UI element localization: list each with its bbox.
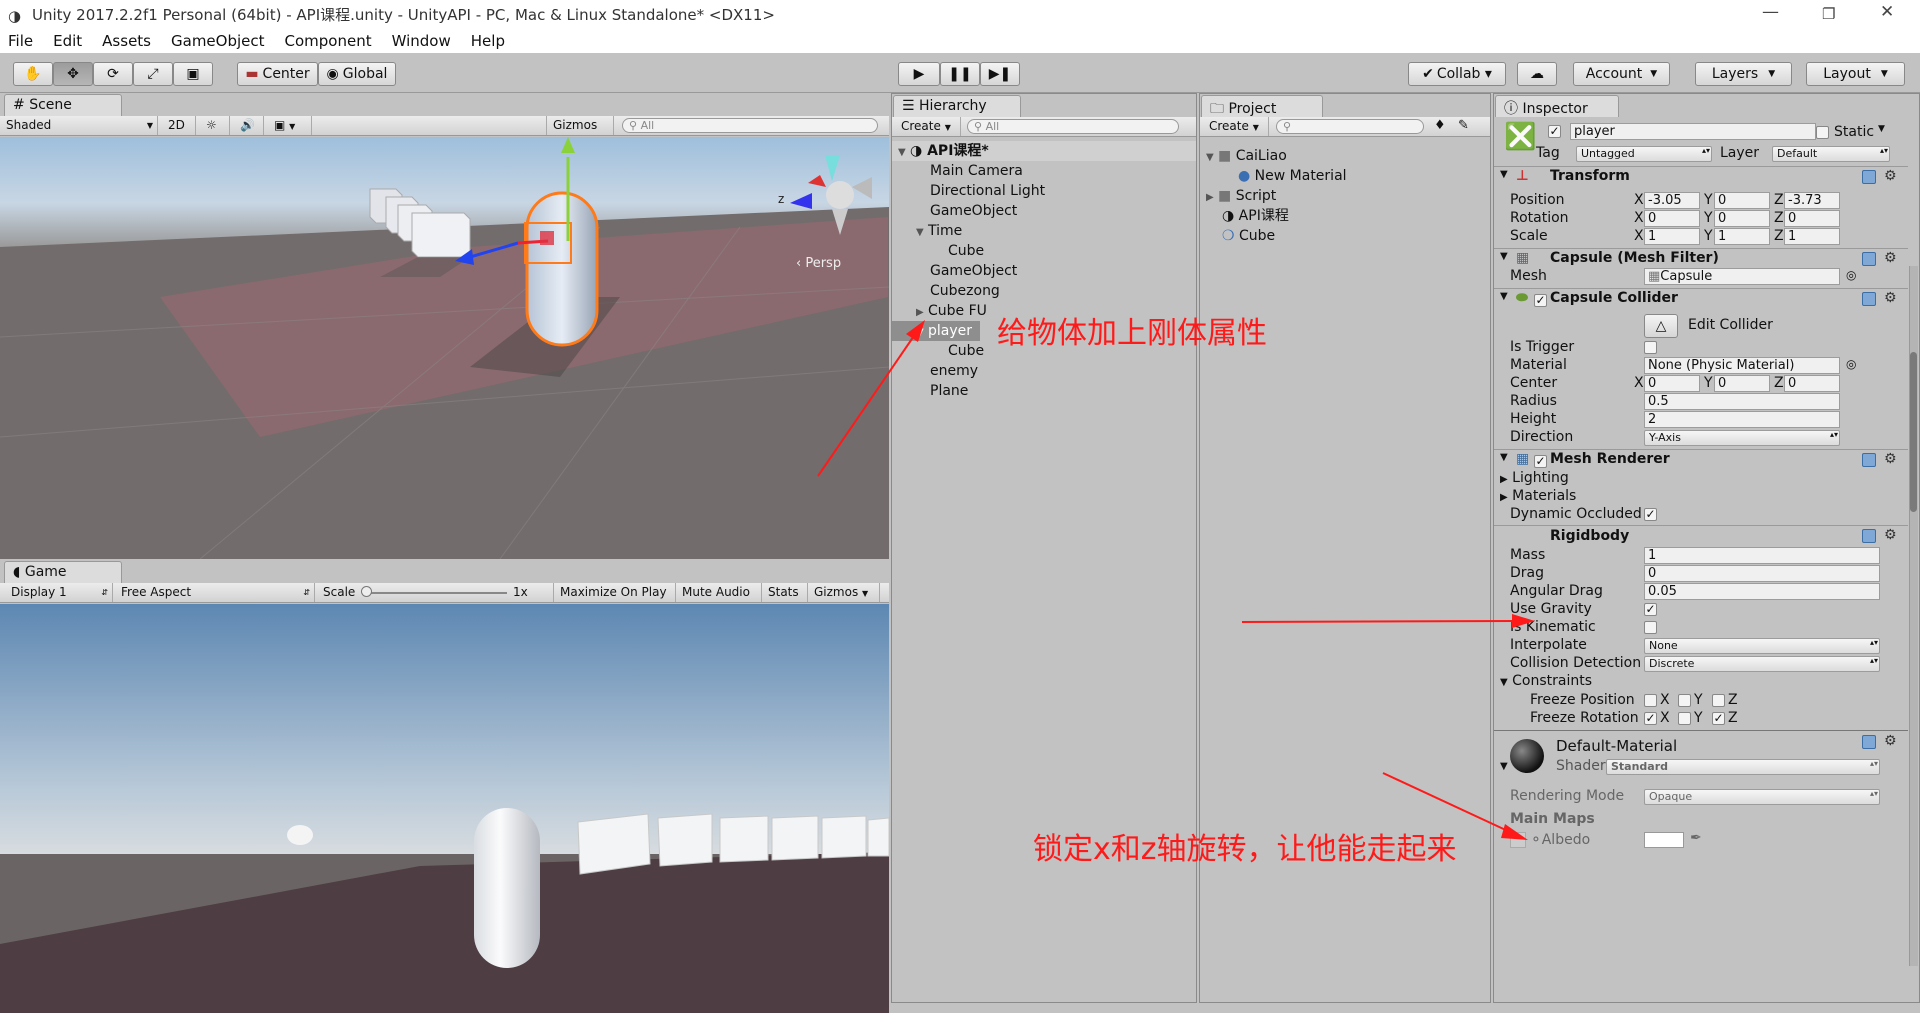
freeze-annotation: 锁定x和z轴旋转，让他能走起来 bbox=[1033, 832, 1457, 867]
annotation-arrows bbox=[817, 320, 1535, 840]
rigidbody-annotation: 给物体加上刚体属性 bbox=[997, 316, 1267, 351]
